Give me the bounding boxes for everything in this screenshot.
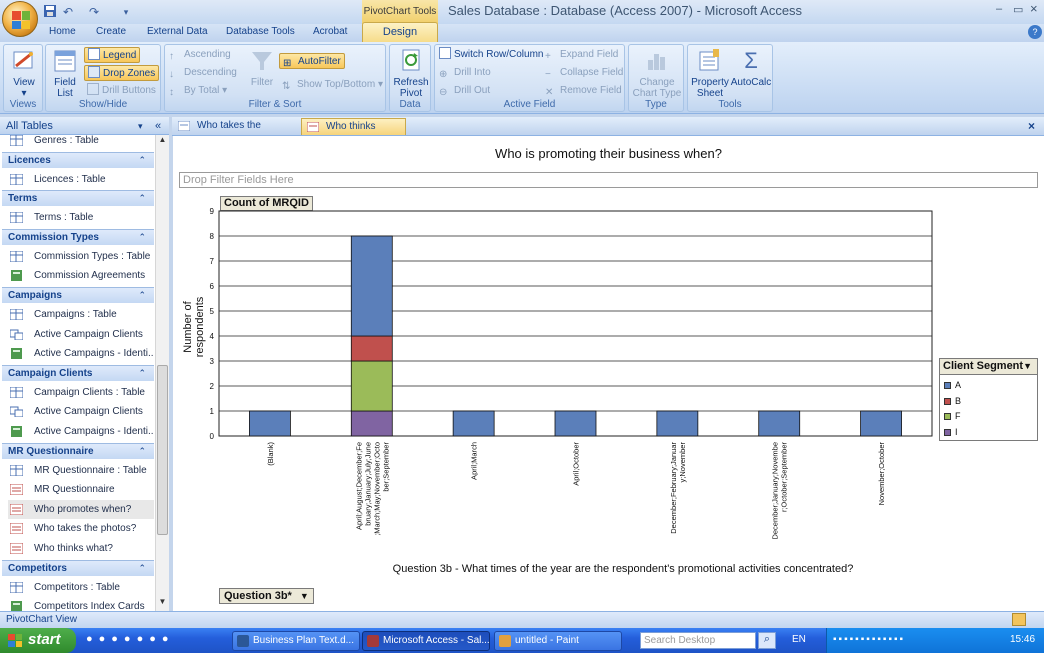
legend-swatch [944,382,951,389]
x-tick-label: r;October;September [780,441,789,512]
legend-label: A [955,380,962,390]
legend-field-button[interactable]: Client Segment ▼ [939,358,1038,375]
bar-segment [350,235,393,337]
plot-frame [218,210,933,437]
y-tick-label: 9 [210,207,215,216]
paint-icon [499,635,511,647]
y-tick-label: 4 [210,332,215,341]
pivotchart-view-icon[interactable] [1012,613,1026,626]
collapse-section-icon[interactable]: ⌃ [138,561,146,576]
category-field-button[interactable]: Question 3b* ▼ [219,588,314,604]
bar-segment [656,410,699,437]
nav-section-title: Competitors [8,562,67,574]
taskbar-word[interactable]: Business Plan Text.d... [232,631,360,651]
start-label: start [28,631,61,648]
y-tick-label: 7 [210,257,215,266]
y-tick-label: 8 [210,232,215,241]
x-tick-label: November;October [877,441,886,505]
y-tick-label: 1 [210,407,215,416]
word-icon [237,635,249,647]
status-bar: PivotChart View [0,611,1044,628]
nav-item-label: Competitors Index Cards [34,601,145,611]
nav-item[interactable]: Competitors Index Cards [8,597,154,611]
nav-item-label: Competitors : Table [34,581,120,593]
x-axis-title: Question 3b - What times of the year are… [392,563,854,575]
taskbar-access[interactable]: Microsoft Access - Sal... [362,631,490,651]
bar-segment [554,410,597,437]
legend-dropdown-icon[interactable]: ▼ [1023,359,1032,374]
legend-swatch [944,413,951,420]
language-indicator[interactable]: EN [792,634,806,645]
legend-label: F [955,411,961,421]
x-tick-label: ber;September [381,442,390,492]
category-field-label: Question 3b* [224,590,292,602]
bar-segment [452,410,495,437]
legend: ABFI [939,374,1038,441]
legend-item: I [944,426,958,438]
y-tick-label: 3 [210,357,215,366]
report-icon [11,601,22,611]
bar-segment [249,410,291,437]
legend-swatch [944,428,951,436]
x-tick-label: (Blank) [266,442,275,466]
legend-label: I [955,426,958,437]
legend-field-label: Client Segment [943,360,1024,372]
x-tick-label: December;February;Januar [669,442,678,534]
bar-segment [350,335,393,362]
x-tick-label: y;November [678,442,687,483]
start-button[interactable]: start [0,628,76,653]
scroll-down-icon[interactable]: ▼ [156,597,169,611]
desktop-search-input[interactable]: Search Desktop [640,632,756,649]
bar-segment [758,410,801,437]
windows-logo-icon [8,634,22,647]
bar-segment [860,410,902,437]
legend-swatch [944,397,951,405]
x-tick-label: April;October [572,442,581,486]
legend-label: B [955,395,962,406]
nav-section-header[interactable]: Competitors ⌃ [2,559,154,576]
bar-segment [350,410,393,437]
office-button[interactable] [2,1,38,37]
x-tick-label: December;January;Novembe [771,442,780,540]
x-tick-label: bruary;January;July;June [363,442,372,526]
tray-icons[interactable]: ▪▪▪▪▪▪▪▪▪▪▪▪▪ [833,634,905,645]
nav-item[interactable]: Competitors : Table [8,578,154,597]
search-icon[interactable]: ⌕ [758,632,776,649]
category-dropdown-icon[interactable]: ▼ [300,591,309,601]
x-tick-label: April;March [470,442,479,480]
x-tick-label: ;March;May;November;Octo [372,442,381,536]
chart-plot: 0 1 2 3 4 5 6 7 8 9 (Blank) April;August;December;F… [210,207,933,540]
y-tick-label: 6 [210,282,215,291]
legend-item: A [944,379,961,391]
legend-item: F [944,410,961,422]
bar-segment [350,360,393,412]
clock: 15:46 [1010,634,1036,645]
legend-item: B [944,395,961,407]
access-icon [367,635,379,647]
taskbar-paint[interactable]: untitled - Paint [494,631,622,651]
y-tick-label: 5 [210,307,215,316]
y-tick-label: 2 [210,382,215,391]
office-logo-icon [12,11,30,29]
quick-launch-icons[interactable]: ●●●●●●● [86,633,216,649]
x-tick-label: April;August;December;Fe [354,442,363,530]
y-tick-label: 0 [210,432,215,441]
table-icon [10,581,23,593]
